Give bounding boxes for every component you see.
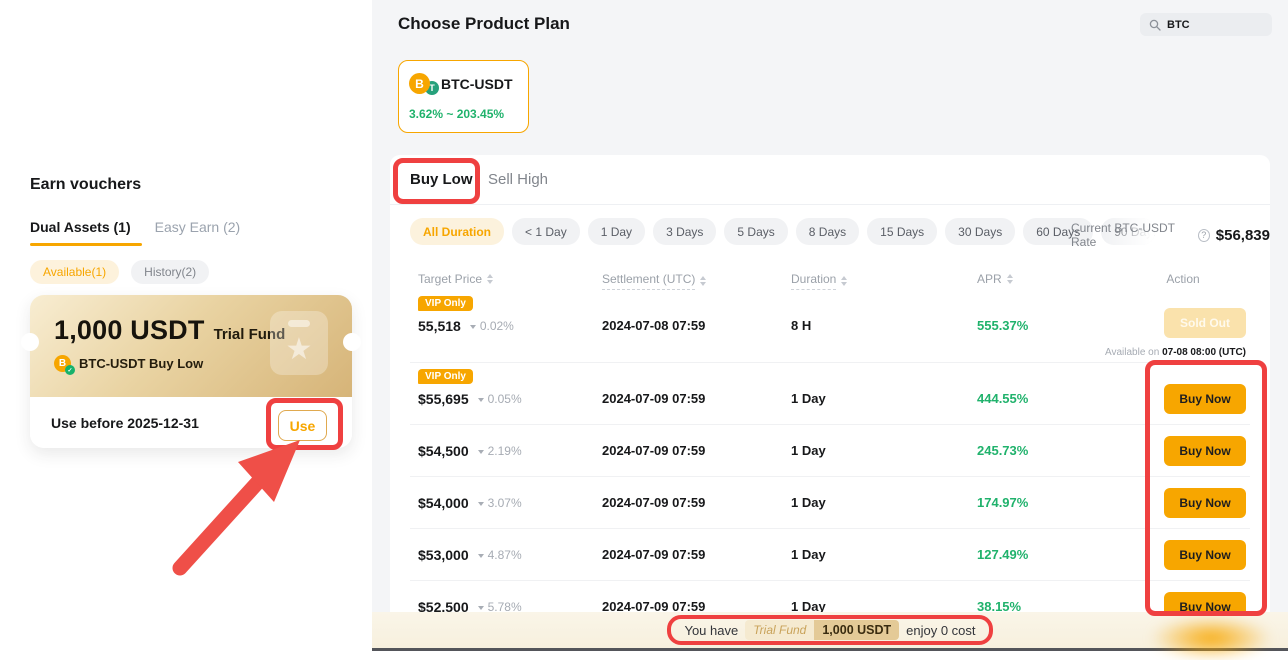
voucher-footer: Use before 2025-12-31 Use	[30, 397, 352, 448]
price-down-triangle-icon	[478, 502, 484, 506]
duration-value: 1 Day	[791, 391, 826, 406]
voucher-amount: 1,000 USDT	[54, 315, 205, 346]
duration-value: 1 Day	[791, 443, 826, 458]
price-change: 0.05%	[488, 392, 522, 406]
target-price: $53,000	[418, 547, 469, 563]
price-down-triangle-icon	[478, 398, 484, 402]
filter-available[interactable]: Available(1)	[30, 260, 119, 284]
settlement-value: 2024-07-09 07:59	[602, 443, 705, 458]
vip-only-badge: VIP Only	[418, 296, 473, 311]
voucher-expiry: Use before 2025-12-31	[51, 415, 199, 431]
price-change: 2.19%	[488, 444, 522, 458]
voucher-gold-section: 1,000 USDT Trial Fund B✓ BTC-USDT Buy Lo…	[30, 295, 352, 397]
target-price: 55,518	[418, 318, 461, 334]
trial-fund-voucher-card: 1,000 USDT Trial Fund B✓ BTC-USDT Buy Lo…	[30, 295, 352, 448]
filter-history[interactable]: History(2)	[131, 260, 209, 284]
buy-now-button[interactable]: Buy Now	[1164, 540, 1246, 570]
settlement-value: 2024-07-09 07:59	[602, 391, 705, 406]
search-value: BTC	[1167, 19, 1190, 31]
voucher-type-tabs: Dual Assets (1) Easy Earn (2)	[30, 219, 240, 235]
price-change: 3.07%	[488, 496, 522, 510]
table-row: $53,000 4.87% 2024-07-09 07:59 1 Day 127.4…	[410, 528, 1250, 580]
table-row: $54,000 3.07% 2024-07-09 07:59 1 Day 174.9…	[410, 476, 1250, 528]
buy-now-button[interactable]: Buy Now	[1164, 488, 1246, 518]
apr-range: 3.62% ~ 203.45%	[409, 107, 504, 121]
price-change: 0.02%	[480, 319, 514, 333]
apr-value: 555.37%	[977, 318, 1028, 333]
btc-icon: B	[409, 73, 430, 94]
settlement-value: 2024-07-08 07:59	[602, 318, 705, 333]
duration-value: 1 Day	[791, 495, 826, 510]
settlement-value: 2024-07-09 07:59	[602, 547, 705, 562]
target-price: $55,695	[418, 391, 469, 407]
earn-vouchers-panel: Earn vouchers Dual Assets (1) Easy Earn …	[0, 0, 372, 651]
table-row: $54,500 2.19% 2024-07-09 07:59 1 Day 245.7…	[410, 424, 1250, 476]
duration-value: 8 H	[791, 318, 811, 333]
price-down-triangle-icon	[478, 606, 484, 610]
apr-value: 174.97%	[977, 495, 1028, 510]
target-price: $54,000	[418, 495, 469, 511]
check-icon: ✓	[65, 365, 75, 375]
highlight-box-trial-fund-text: You have Trial Fund 1,000 USDT enjoy 0 c…	[667, 615, 992, 645]
apr-value: 245.73%	[977, 443, 1028, 458]
annotation-arrow	[150, 430, 330, 580]
price-down-triangle-icon	[478, 554, 484, 558]
footer-prefix: You have	[684, 623, 738, 638]
settlement-value: 2024-07-09 07:59	[602, 495, 705, 510]
active-tab-underline	[30, 243, 142, 246]
sold-out-button[interactable]: Sold Out	[1164, 308, 1246, 338]
page-title: Choose Product Plan	[398, 14, 570, 34]
table-row: VIP Only 55,518 0.02% 2024-07-08 07:59 8 …	[410, 290, 1250, 362]
duration-value: 1 Day	[791, 547, 826, 562]
price-change: 4.87%	[488, 548, 522, 562]
ticket-notch-left	[21, 333, 39, 351]
voucher-status-filters: Available(1) History(2)	[30, 260, 209, 284]
target-price: $54,500	[418, 443, 469, 459]
trial-fund-tag: Trial Fund	[745, 620, 814, 640]
trial-fund-amount: 1,000 USDT	[814, 620, 899, 640]
btc-coin-icon: B✓	[54, 355, 71, 372]
voucher-product: BTC-USDT Buy Low	[79, 356, 203, 371]
tab-dual-assets[interactable]: Dual Assets (1)	[30, 219, 131, 235]
product-card-btc-usdt[interactable]: B T BTC-USDT 3.62% ~ 203.45%	[398, 60, 529, 133]
vip-only-badge: VIP Only	[418, 369, 473, 384]
search-icon	[1149, 19, 1161, 31]
price-down-triangle-icon	[478, 450, 484, 454]
ticket-star-icon: ★	[270, 311, 328, 375]
use-voucher-button[interactable]: Use	[278, 410, 327, 441]
price-down-triangle-icon	[470, 325, 476, 329]
buy-now-button[interactable]: Buy Now	[1164, 436, 1246, 466]
availability-note: Available on 07-08 08:00 (UTC)	[1105, 347, 1246, 358]
product-plan-card: Buy Low Sell High All Duration< 1 Day1 D…	[390, 155, 1270, 651]
table-row: VIP Only $55,695 0.05% 2024-07-09 07:59 1…	[410, 362, 1250, 424]
subscribe-button-glow	[1150, 616, 1272, 660]
tab-easy-earn[interactable]: Easy Earn (2)	[155, 219, 241, 235]
earn-vouchers-title: Earn vouchers	[30, 176, 141, 194]
pair-name: BTC-USDT	[441, 76, 513, 92]
apr-value: 127.49%	[977, 547, 1028, 562]
footer-suffix: enjoy 0 cost	[906, 623, 975, 638]
ticket-notch-right	[343, 333, 361, 351]
apr-value: 444.55%	[977, 391, 1028, 406]
search-input[interactable]: BTC	[1140, 13, 1272, 36]
buy-now-button[interactable]: Buy Now	[1164, 384, 1246, 414]
trial-fund-badge: Trial Fund 1,000 USDT	[745, 620, 899, 640]
plan-table-body: VIP Only 55,518 0.02% 2024-07-08 07:59 8 …	[390, 155, 1270, 651]
